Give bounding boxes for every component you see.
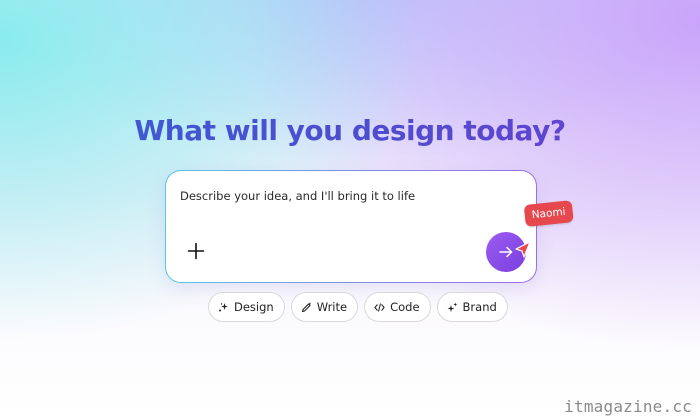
chip-code[interactable]: Code [364,292,431,322]
sparkle-icon [218,302,229,313]
watermark: itmagazine.cc [564,397,692,416]
chip-write[interactable]: Write [290,292,359,322]
add-button[interactable] [182,237,210,265]
chip-design[interactable]: Design [208,292,285,322]
prompt-input[interactable] [180,189,520,203]
prompt-box[interactable] [165,170,537,283]
pen-sparkle-icon [301,301,312,313]
page-title: What will you design today? [0,114,700,147]
chip-label: Code [390,300,420,314]
collaborator-cursor [513,240,533,260]
arrow-right-icon [499,246,513,258]
sparkles-icon [447,302,458,313]
suggestion-chips: Design Write Code Brand [208,292,508,322]
chip-label: Write [316,300,348,314]
chip-label: Brand [462,300,497,314]
chip-label: Design [234,300,274,314]
plus-icon [187,242,205,260]
chip-brand[interactable]: Brand [436,292,508,322]
code-icon [374,302,385,313]
pointer-cursor-icon [515,241,531,258]
